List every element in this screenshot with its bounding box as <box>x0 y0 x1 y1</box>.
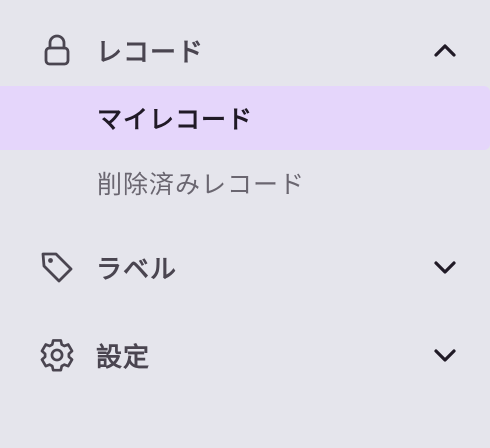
lock-icon <box>38 31 76 69</box>
chevron-down-icon[interactable] <box>428 338 462 372</box>
records-section-label: レコード <box>96 37 205 68</box>
sidebar-item-deleted-records[interactable]: 削除済みレコード <box>0 151 490 215</box>
sidebar-item-my-records[interactable]: マイレコード <box>0 86 490 150</box>
labels-section-header[interactable]: ラベル <box>0 235 490 299</box>
tag-icon <box>38 248 76 286</box>
sidebar-item-label: マイレコード <box>97 105 254 134</box>
settings-section-label: 設定 <box>96 342 151 373</box>
gear-icon <box>38 336 76 374</box>
sidebar-item-label: 削除済みレコード <box>97 170 306 199</box>
labels-section-label: ラベル <box>96 254 178 285</box>
chevron-up-icon[interactable] <box>428 33 462 67</box>
sidebar-nav: レコード マイレコード 削除済みレコード ラベル 設定 <box>0 0 490 448</box>
chevron-down-icon[interactable] <box>428 250 462 284</box>
settings-section-header[interactable]: 設定 <box>0 323 490 387</box>
records-section-header[interactable]: レコード <box>0 18 490 82</box>
